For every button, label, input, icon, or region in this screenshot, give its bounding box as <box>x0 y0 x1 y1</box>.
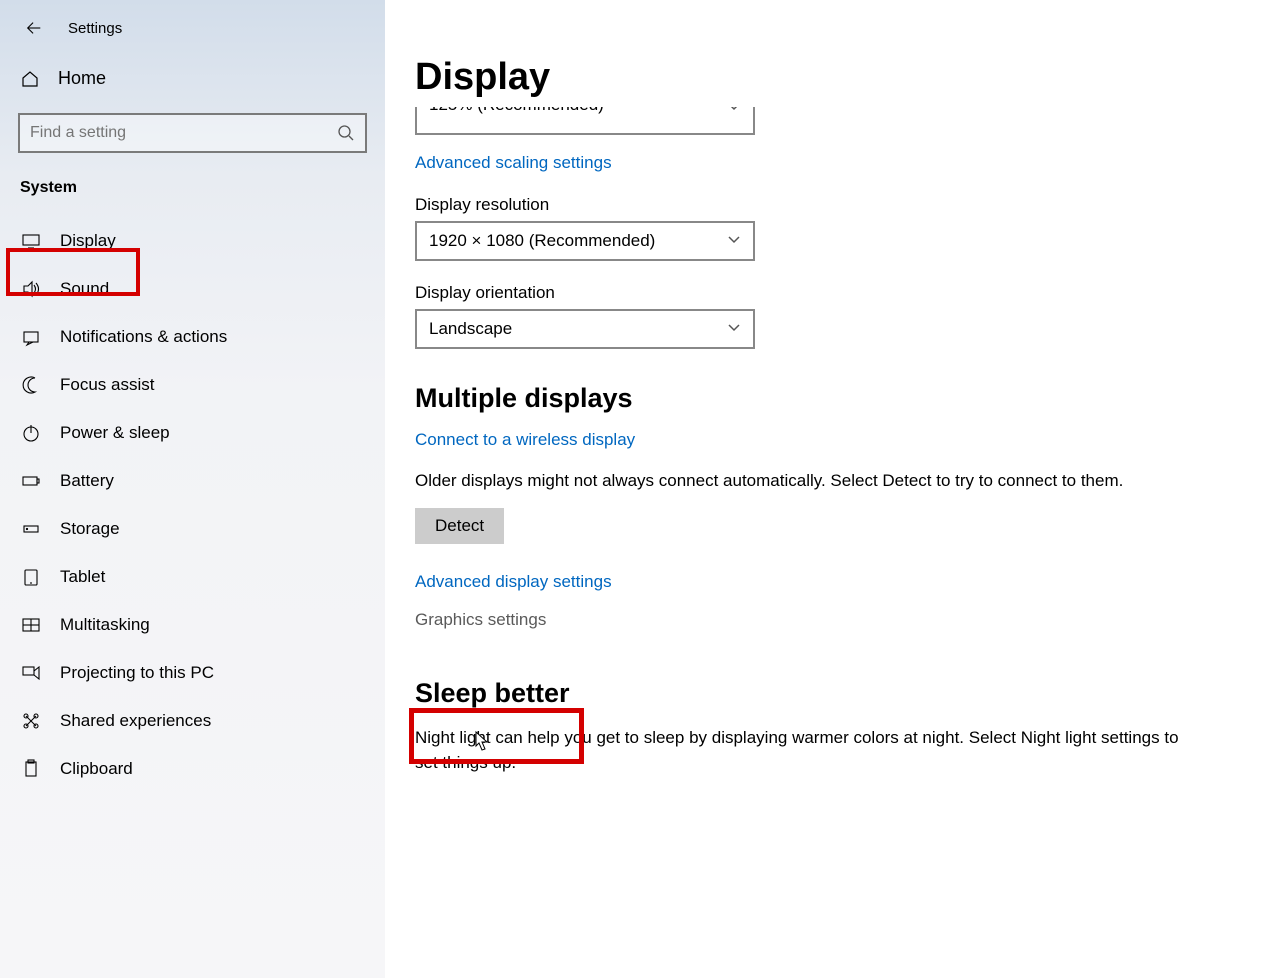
resolution-dropdown[interactable]: 1920 × 1080 (Recommended) <box>415 221 755 261</box>
notifications-icon <box>20 327 42 347</box>
moon-icon <box>20 375 42 395</box>
home-nav[interactable]: Home <box>0 56 385 101</box>
sleep-better-heading: Sleep better <box>415 678 1242 709</box>
sidebar-item-label: Storage <box>60 519 120 539</box>
category-heading: System <box>0 171 385 207</box>
sidebar-item-label: Battery <box>60 471 114 491</box>
shared-icon <box>20 711 42 731</box>
sidebar-item-notifications[interactable]: Notifications & actions <box>0 313 385 361</box>
orientation-value: Landscape <box>429 319 512 339</box>
sidebar-item-label: Multitasking <box>60 615 150 635</box>
sidebar-item-sound[interactable]: Sound <box>0 265 385 313</box>
graphics-settings-link[interactable]: Graphics settings <box>415 610 546 630</box>
chevron-down-icon <box>727 107 741 117</box>
home-label: Home <box>58 68 106 89</box>
nav-list: Display Sound Notifications & actions Fo… <box>0 217 385 793</box>
projecting-icon <box>20 663 42 683</box>
resolution-label: Display resolution <box>415 195 1242 215</box>
sidebar-item-focus-assist[interactable]: Focus assist <box>0 361 385 409</box>
sidebar-item-label: Shared experiences <box>60 711 211 731</box>
sidebar-item-label: Power & sleep <box>60 423 170 443</box>
sidebar-item-label: Sound <box>60 279 109 299</box>
sidebar-item-multitasking[interactable]: Multitasking <box>0 601 385 649</box>
sidebar-item-label: Focus assist <box>60 375 154 395</box>
sound-icon <box>20 279 42 299</box>
sidebar-item-battery[interactable]: Battery <box>0 457 385 505</box>
detect-hint-text: Older displays might not always connect … <box>415 468 1195 494</box>
clipboard-icon <box>20 759 42 779</box>
app-title: Settings <box>68 20 122 37</box>
detect-button[interactable]: Detect <box>415 508 504 544</box>
connect-wireless-link[interactable]: Connect to a wireless display <box>415 430 635 450</box>
sidebar-item-label: Projecting to this PC <box>60 663 214 683</box>
tablet-icon <box>20 567 42 587</box>
sidebar-item-storage[interactable]: Storage <box>0 505 385 553</box>
page-title: Display <box>415 56 1242 99</box>
sidebar-item-projecting[interactable]: Projecting to this PC <box>0 649 385 697</box>
sidebar: Settings Home System Display Sound <box>0 0 385 978</box>
sidebar-item-shared-experiences[interactable]: Shared experiences <box>0 697 385 745</box>
orientation-dropdown[interactable]: Landscape <box>415 309 755 349</box>
display-icon <box>20 231 42 251</box>
scale-dropdown[interactable]: 125% (Recommended) <box>415 107 755 135</box>
sidebar-item-display[interactable]: Display <box>0 217 385 265</box>
sidebar-item-label: Clipboard <box>60 759 133 779</box>
advanced-display-link[interactable]: Advanced display settings <box>415 572 612 592</box>
sidebar-item-label: Display <box>60 231 116 251</box>
main-content: Display 125% (Recommended) Advanced scal… <box>385 0 1272 978</box>
scale-value: 125% (Recommended) <box>429 107 604 115</box>
sidebar-item-tablet[interactable]: Tablet <box>0 553 385 601</box>
search-input[interactable] <box>30 124 337 142</box>
home-icon <box>20 69 40 89</box>
battery-icon <box>20 471 42 491</box>
search-box[interactable] <box>18 113 367 153</box>
power-icon <box>20 423 42 443</box>
search-icon <box>337 124 355 142</box>
resolution-value: 1920 × 1080 (Recommended) <box>429 231 655 251</box>
back-button[interactable] <box>24 18 44 38</box>
storage-icon <box>20 519 42 539</box>
sidebar-item-label: Tablet <box>60 567 105 587</box>
advanced-scaling-link[interactable]: Advanced scaling settings <box>415 153 612 173</box>
sleep-body-text: Night light can help you get to sleep by… <box>415 725 1195 776</box>
multiple-displays-heading: Multiple displays <box>415 383 1242 414</box>
chevron-down-icon <box>727 319 741 339</box>
sidebar-item-power-sleep[interactable]: Power & sleep <box>0 409 385 457</box>
sidebar-item-label: Notifications & actions <box>60 327 227 347</box>
orientation-label: Display orientation <box>415 283 1242 303</box>
chevron-down-icon <box>727 231 741 251</box>
multitasking-icon <box>20 615 42 635</box>
sidebar-item-clipboard[interactable]: Clipboard <box>0 745 385 793</box>
